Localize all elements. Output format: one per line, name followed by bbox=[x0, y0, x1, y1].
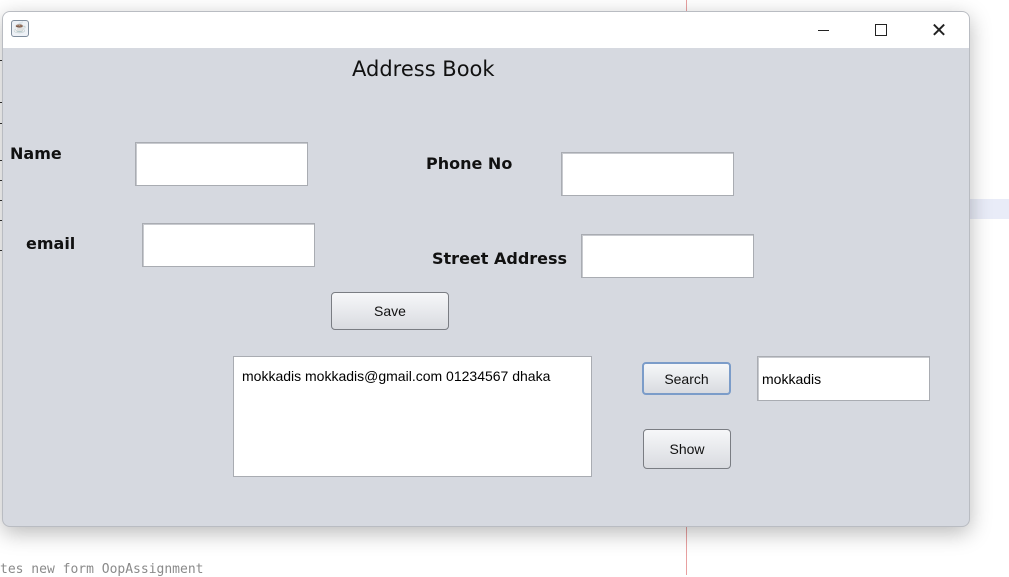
street-address-label: Street Address bbox=[432, 249, 568, 268]
title-bar[interactable]: ☕ ✕ bbox=[3, 12, 969, 48]
page-title: Address Book bbox=[352, 57, 495, 81]
editor-line-highlight bbox=[969, 199, 1009, 219]
close-icon: ✕ bbox=[930, 18, 948, 42]
results-text: mokkadis mokkadis@gmail.com 01234567 dha… bbox=[242, 368, 551, 384]
street-address-field[interactable] bbox=[581, 234, 754, 278]
maximize-icon bbox=[875, 24, 887, 36]
email-field[interactable] bbox=[142, 223, 315, 267]
search-button[interactable]: Search bbox=[642, 362, 731, 395]
show-button[interactable]: Show bbox=[643, 429, 731, 469]
results-textarea[interactable]: mokkadis mokkadis@gmail.com 01234567 dha… bbox=[233, 356, 592, 477]
maximize-button[interactable] bbox=[852, 12, 910, 48]
form-panel: Address Book Name Phone No email Street … bbox=[3, 48, 969, 526]
minimize-icon bbox=[817, 29, 829, 31]
phone-field[interactable] bbox=[561, 152, 734, 196]
minimize-button[interactable] bbox=[794, 12, 852, 48]
name-label: Name bbox=[10, 144, 62, 163]
address-book-window: ☕ ✕ Address Book Name Phone No email Str… bbox=[2, 11, 970, 527]
java-coffee-cup-icon[interactable]: ☕ bbox=[11, 20, 29, 37]
email-label: email bbox=[26, 234, 76, 253]
save-button[interactable]: Save bbox=[331, 292, 449, 330]
phone-label: Phone No bbox=[426, 154, 513, 173]
close-button[interactable]: ✕ bbox=[910, 12, 968, 48]
name-field[interactable] bbox=[135, 142, 308, 186]
search-input[interactable] bbox=[757, 356, 930, 401]
